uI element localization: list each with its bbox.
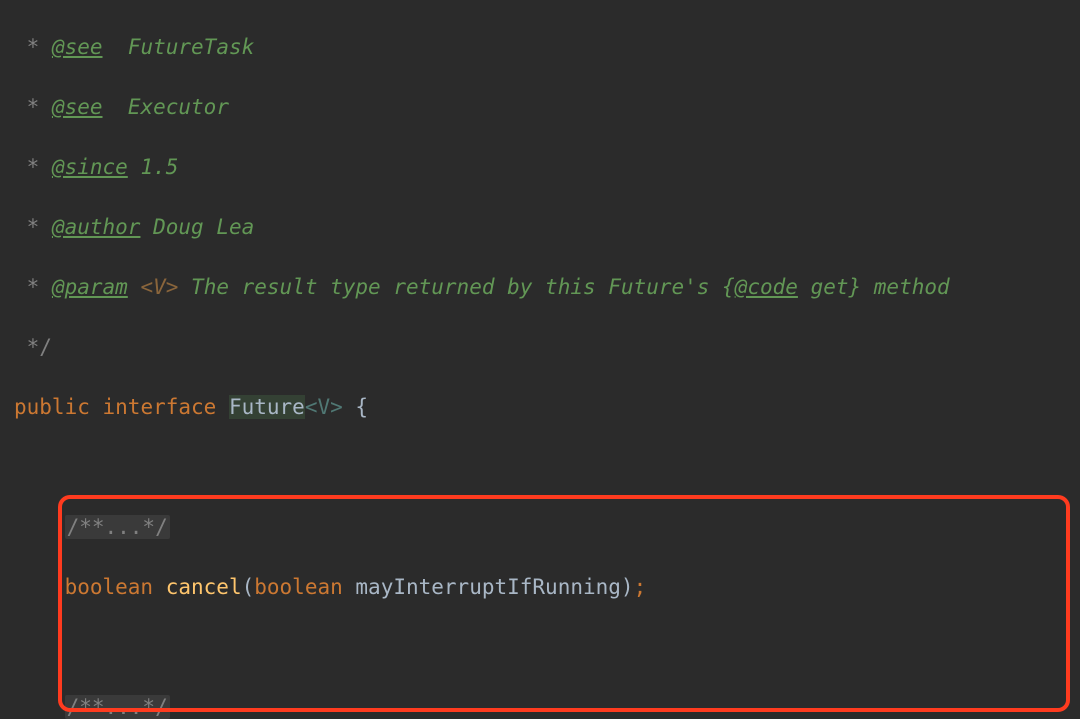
doc-star: *: [14, 95, 52, 119]
keyword-interface: interface: [103, 395, 229, 419]
method-cancel: boolean cancel(boolean mayInterruptIfRun…: [14, 572, 1080, 602]
space: [128, 275, 141, 299]
keyword-public: public: [14, 395, 103, 419]
javadoc-text: [140, 215, 153, 239]
javadoc-text: [128, 155, 141, 179]
doc-line-param: * @param <V> The result type returned by…: [14, 272, 1080, 302]
doc-star: *: [14, 215, 52, 239]
doc-line-since: * @since 1.5: [14, 152, 1080, 182]
javadoc-text: [103, 95, 128, 119]
class-name-future: Future: [229, 395, 305, 419]
javadoc-text: FutureTask: [128, 35, 254, 59]
type-param: <V>: [305, 395, 356, 419]
method-name-cancel: cancel: [166, 575, 242, 599]
fold-line: /**...*/: [14, 512, 1080, 542]
keyword-boolean: boolean: [65, 575, 166, 599]
javadoc-text: The result type returned by this Future'…: [191, 275, 735, 299]
javadoc-text: Doug Lea: [153, 215, 254, 239]
doc-star: *: [14, 35, 52, 59]
javadoc-text: [103, 35, 128, 59]
fold-line: /**...*/: [14, 692, 1080, 719]
javadoc-type-param: <V>: [140, 275, 178, 299]
semicolon: ;: [634, 575, 647, 599]
brace-open: {: [355, 395, 368, 419]
javadoc-text: Executor: [128, 95, 229, 119]
doc-end: */: [14, 335, 52, 359]
doc-line-see-futuretask: * @see FutureTask: [14, 32, 1080, 62]
doc-line-author: * @author Doug Lea: [14, 212, 1080, 242]
fold-marker[interactable]: /**...*/: [65, 515, 170, 539]
javadoc-code-tag: @code: [735, 275, 798, 299]
fold-marker[interactable]: /**...*/: [65, 695, 170, 719]
keyword-boolean: boolean: [254, 575, 355, 599]
blank-line: [14, 452, 1080, 482]
blank-line: [14, 632, 1080, 662]
interface-declaration: public interface Future<V> {: [14, 392, 1080, 422]
javadoc-see-tag: @see: [52, 35, 103, 59]
doc-line-end: */: [14, 332, 1080, 362]
javadoc-see-tag: @see: [52, 95, 103, 119]
param-name: mayInterruptIfRunning): [355, 575, 633, 599]
doc-star: *: [14, 275, 52, 299]
paren-open: (: [242, 575, 255, 599]
space: [178, 275, 191, 299]
doc-star: *: [14, 155, 52, 179]
javadoc-text: 1.5: [140, 155, 178, 179]
code-editor[interactable]: * @see FutureTask * @see Executor * @sin…: [0, 0, 1080, 719]
javadoc-param-tag: @param: [52, 275, 128, 299]
doc-line-see-executor: * @see Executor: [14, 92, 1080, 122]
javadoc-code-text: get} method: [798, 275, 950, 299]
javadoc-since-tag: @since: [52, 155, 128, 179]
javadoc-author-tag: @author: [52, 215, 141, 239]
